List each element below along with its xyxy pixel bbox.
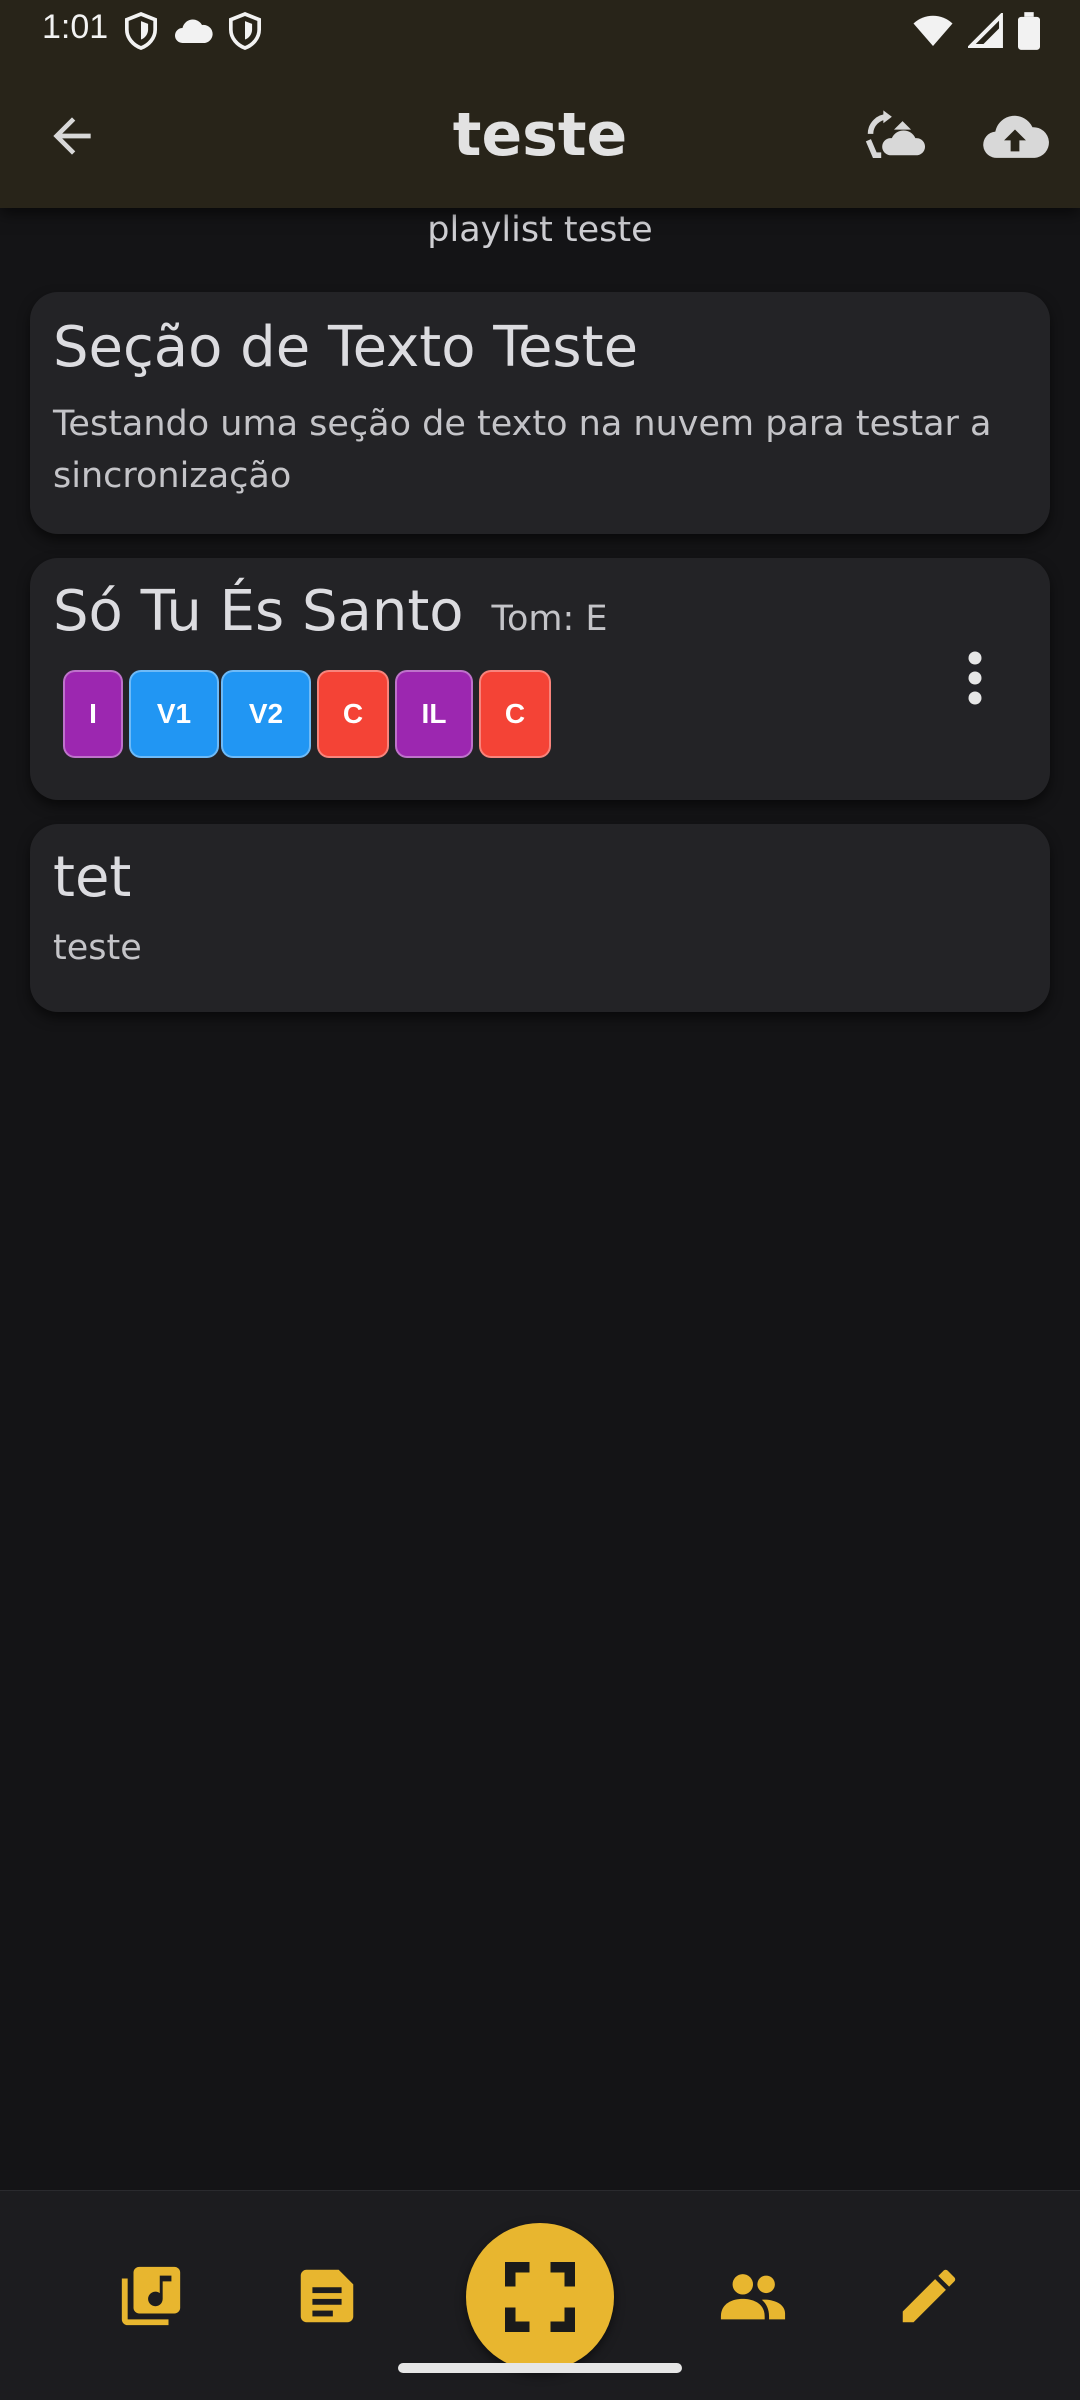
shield-icon xyxy=(228,12,262,50)
music-library-icon[interactable] xyxy=(116,2261,186,2331)
signal-icon xyxy=(968,13,1003,48)
song-key: Tom: E xyxy=(491,599,608,639)
people-icon[interactable] xyxy=(718,2261,788,2331)
edit-pencil-icon[interactable] xyxy=(894,2261,964,2331)
list-item-song[interactable]: Só Tu És Santo Tom: E I V1 V2 C IL C xyxy=(30,558,1050,800)
section-chip[interactable]: I xyxy=(63,670,123,758)
battery-icon xyxy=(1018,12,1040,50)
section-chip[interactable]: V1 xyxy=(129,670,219,758)
item-body: teste xyxy=(53,928,142,968)
app-bar: teste xyxy=(0,64,1080,208)
item-title: Seção de Texto Teste xyxy=(53,315,639,380)
item-title: tet xyxy=(53,845,132,910)
playlist-subtitle: playlist teste xyxy=(427,210,653,250)
more-vert-icon[interactable] xyxy=(955,648,995,708)
fullscreen-button[interactable] xyxy=(466,2223,614,2371)
cloud-sync-icon[interactable] xyxy=(862,108,926,164)
fullscreen-icon xyxy=(505,2262,575,2332)
section-chips: I V1 V2 C IL C xyxy=(63,670,1027,758)
status-bar: 1:01 xyxy=(0,0,1080,64)
cloud-icon xyxy=(175,19,213,43)
section-chip[interactable]: C xyxy=(317,670,389,758)
screen: 1:01 teste playlist teste Seção de Texto… xyxy=(0,0,1080,2400)
cloud-upload-icon[interactable] xyxy=(980,108,1050,164)
shield-icon xyxy=(124,12,158,50)
top-bar: 1:01 teste xyxy=(0,0,1080,208)
item-body: Testando uma seção de texto na nuvem par… xyxy=(53,404,992,496)
list-item-text-section[interactable]: tet teste xyxy=(30,824,1050,1012)
section-chip[interactable]: C xyxy=(479,670,551,758)
song-title: Só Tu És Santo xyxy=(53,579,464,644)
playlist-list: Seção de Texto Teste Testando uma seção … xyxy=(30,292,1050,1036)
status-time: 1:01 xyxy=(42,8,109,46)
home-indicator[interactable] xyxy=(398,2363,682,2373)
section-chip[interactable]: V2 xyxy=(221,670,311,758)
wifi-icon xyxy=(913,15,953,46)
document-icon[interactable] xyxy=(292,2261,362,2331)
section-chip[interactable]: IL xyxy=(395,670,473,758)
list-item-text-section[interactable]: Seção de Texto Teste Testando uma seção … xyxy=(30,292,1050,534)
